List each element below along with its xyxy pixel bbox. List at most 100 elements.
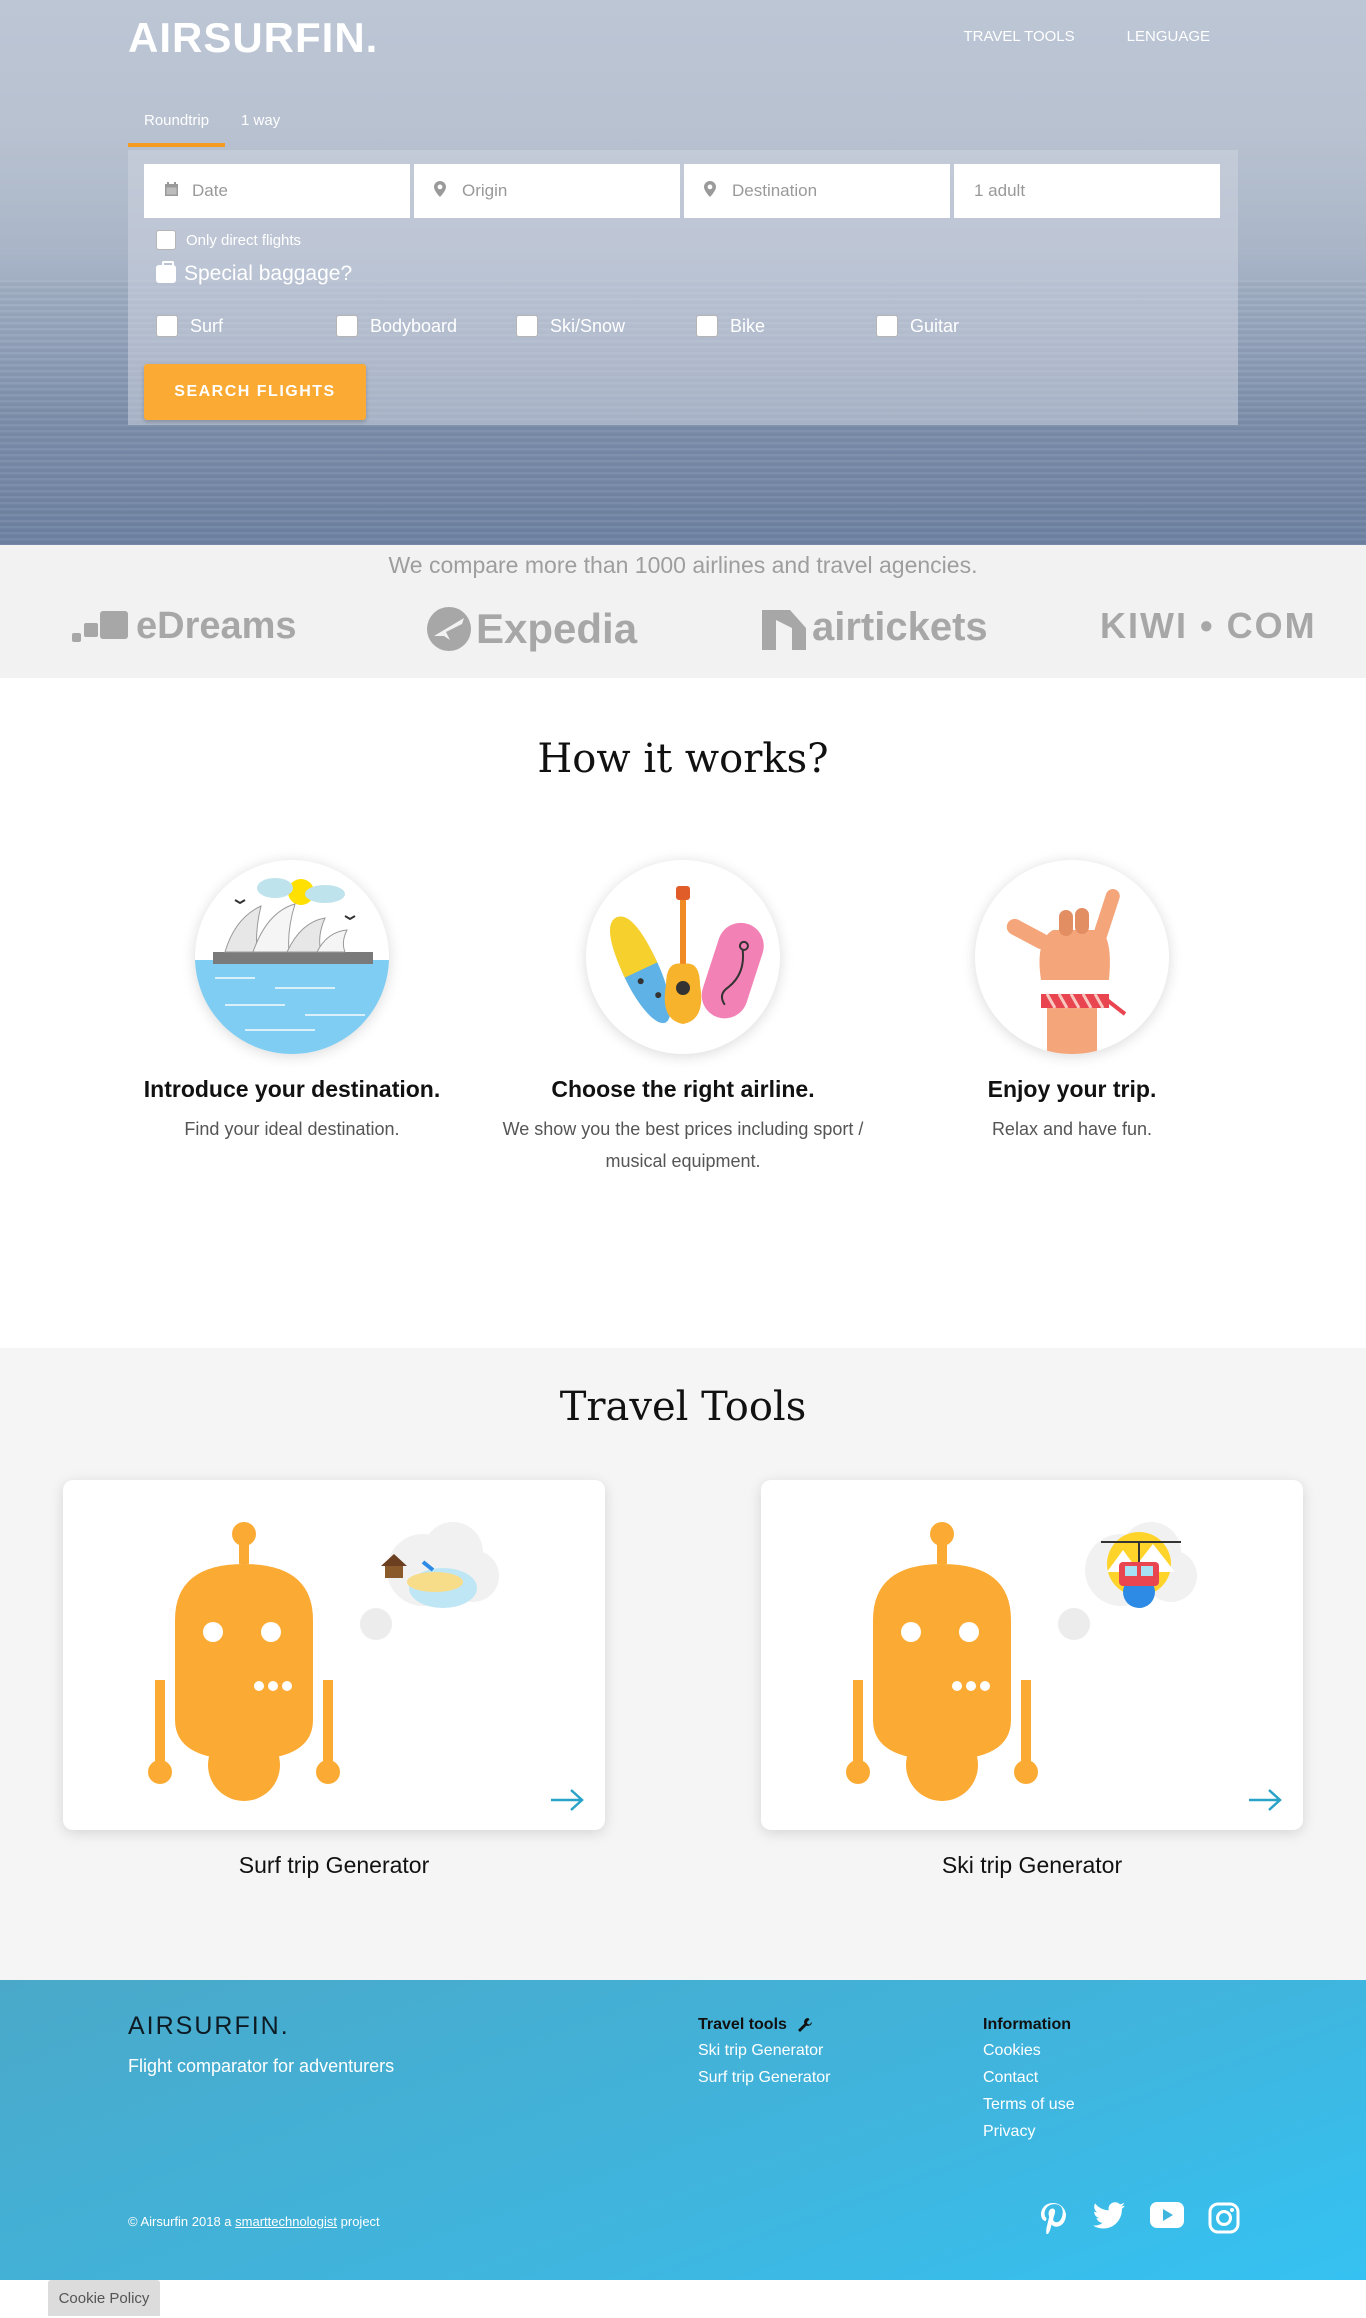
- footer-link-cookies[interactable]: Cookies: [983, 2042, 1075, 2060]
- kiwi-text: KIWI • COM: [1100, 605, 1317, 646]
- robot-ski-illustration: [846, 1522, 1197, 1801]
- footer: AIRSURFIN. Flight comparator for adventu…: [0, 1980, 1366, 2280]
- top-nav: TRAVEL TOOLS LENGUAGE: [963, 28, 1210, 45]
- special-baggage-label: Special baggage?: [184, 262, 353, 285]
- equipment-options: Surf Bodyboard Ski/Snow Bike Guitar: [156, 315, 1056, 337]
- bodyboard-checkbox[interactable]: [336, 315, 358, 337]
- shaka-hand-illustration: [975, 860, 1169, 1054]
- robot-beach-illustration: [148, 1522, 499, 1801]
- step-airline: Choose the right airline. We show you th…: [493, 860, 873, 1177]
- airtickets-text: airtickets: [812, 605, 988, 649]
- edreams-logo: eDreams: [72, 605, 297, 648]
- equipment-bike: Bike: [696, 315, 876, 337]
- travel-tools-heading: Travel tools: [698, 2016, 787, 2033]
- equipment-label: Ski/Snow: [550, 315, 626, 336]
- equipment-surf: Surf: [156, 315, 336, 337]
- airtickets-logo: airtickets: [762, 605, 988, 650]
- partners-section: We compare more than 1000 airlines and t…: [0, 545, 1366, 678]
- surfboard-guitar-bodyboard-illustration: [586, 860, 780, 1054]
- surf-trip-card[interactable]: [63, 1480, 605, 1830]
- nav-travel-tools[interactable]: TRAVEL TOOLS: [963, 28, 1074, 45]
- pinterest-icon[interactable]: [1038, 2202, 1068, 2234]
- step-title: Enjoy your trip.: [987, 1076, 1157, 1102]
- footer-tagline: Flight comparator for adventurers: [128, 2056, 395, 2076]
- bike-checkbox[interactable]: [696, 315, 718, 337]
- copyright: © Airsurfin 2018 a smarttechnologist pro…: [128, 2214, 380, 2229]
- arrow-right-icon[interactable]: [549, 1788, 585, 1812]
- equipment-bodyboard: Bodyboard: [336, 315, 516, 337]
- arrow-right-icon[interactable]: [1247, 1788, 1283, 1812]
- step-destination: Introduce your destination. Find your id…: [102, 860, 482, 1145]
- origin-field[interactable]: Origin: [414, 164, 680, 218]
- step-title: Choose the right airline.: [551, 1076, 815, 1102]
- equipment-label: Bodyboard: [370, 315, 458, 336]
- copyright-suffix: project: [337, 2214, 380, 2229]
- search-flights-button[interactable]: SEARCH FLIGHTS: [144, 364, 366, 420]
- expedia-text: Expedia: [476, 605, 638, 652]
- cookie-policy-button[interactable]: Cookie Policy: [48, 2280, 160, 2316]
- step-title: Introduce your destination.: [143, 1076, 441, 1102]
- ski-checkbox[interactable]: [516, 315, 538, 337]
- footer-link-ski[interactable]: Ski trip Generator: [698, 2042, 831, 2060]
- trip-type-tabs: Roundtrip 1 way: [128, 102, 296, 147]
- map-marker-icon: [434, 181, 462, 201]
- direct-flights-option: Only direct flights: [156, 230, 301, 250]
- step-text: Find your ideal destination.: [184, 1119, 400, 1139]
- ski-trip-label[interactable]: Ski trip Generator: [761, 1852, 1303, 1879]
- footer-information: Information Cookies Contact Terms of use…: [983, 2016, 1075, 2150]
- footer-col-title: Travel tools: [698, 2016, 831, 2034]
- tab-one-way[interactable]: 1 way: [225, 102, 296, 147]
- how-it-works-section: How it works? Introduce your destination: [0, 678, 1366, 1348]
- calendar-icon: [164, 181, 192, 201]
- edreams-text: eDreams: [136, 605, 297, 647]
- equipment-ski: Ski/Snow: [516, 315, 696, 337]
- destination-field[interactable]: Destination: [684, 164, 950, 218]
- date-placeholder: Date: [192, 181, 228, 200]
- expedia-logo: Expedia: [426, 605, 637, 653]
- footer-link-surf[interactable]: Surf trip Generator: [698, 2069, 831, 2087]
- step-text: Relax and have fun.: [991, 1119, 1153, 1139]
- destination-placeholder: Destination: [732, 181, 818, 200]
- step-text: We show you the best prices including sp…: [502, 1119, 864, 1171]
- passengers-select[interactable]: 1 adult: [954, 164, 1220, 218]
- information-heading: Information: [983, 2016, 1071, 2033]
- copyright-prefix: © Airsurfin 2018 a: [128, 2214, 236, 2229]
- wrench-icon: [797, 2018, 812, 2032]
- surf-checkbox[interactable]: [156, 315, 178, 337]
- partners-heading: We compare more than 1000 airlines and t…: [388, 552, 978, 578]
- instagram-icon[interactable]: [1208, 2202, 1240, 2234]
- footer-travel-tools: Travel tools Ski trip Generator Surf tri…: [698, 2016, 831, 2096]
- suitcase-icon: [156, 261, 176, 283]
- how-it-works-title: How it works?: [537, 736, 829, 782]
- site-logo[interactable]: AIRSURFIN.: [128, 14, 378, 62]
- footer-logo[interactable]: AIRSURFIN.: [128, 2012, 290, 2041]
- footer-link-contact[interactable]: Contact: [983, 2069, 1075, 2087]
- youtube-icon[interactable]: [1150, 2202, 1184, 2228]
- direct-flights-checkbox[interactable]: [156, 230, 176, 250]
- footer-link-privacy[interactable]: Privacy: [983, 2123, 1075, 2141]
- kiwi-logo: KIWI • COM: [1100, 605, 1317, 647]
- smarttechnologist-link[interactable]: smarttechnologist: [235, 2214, 337, 2229]
- map-marker-icon: [704, 181, 732, 201]
- guitar-checkbox[interactable]: [876, 315, 898, 337]
- travel-tools-title: Travel Tools: [559, 1384, 807, 1430]
- step-enjoy: Enjoy your trip. Relax and have fun.: [882, 860, 1262, 1145]
- equipment-label: Bike: [730, 315, 766, 336]
- search-panel: Date Origin Destination 1 adult Only dir…: [128, 150, 1238, 425]
- date-field[interactable]: Date: [144, 164, 410, 218]
- hero-section: AIRSURFIN. TRAVEL TOOLS LENGUAGE Roundtr…: [0, 0, 1366, 545]
- direct-flights-label: Only direct flights: [186, 231, 302, 249]
- nav-language[interactable]: LENGUAGE: [1127, 28, 1210, 45]
- origin-placeholder: Origin: [462, 181, 508, 200]
- surf-trip-label[interactable]: Surf trip Generator: [63, 1852, 605, 1879]
- sydney-opera-illustration: [195, 860, 389, 1054]
- social-links: [1038, 2202, 1240, 2234]
- twitter-icon[interactable]: [1092, 2202, 1126, 2232]
- special-baggage: Special baggage?: [156, 261, 353, 286]
- tab-roundtrip[interactable]: Roundtrip: [128, 102, 226, 147]
- equipment-guitar: Guitar: [876, 315, 1056, 337]
- ski-trip-card[interactable]: [761, 1480, 1303, 1830]
- passengers-value: 1 adult: [974, 181, 1026, 200]
- footer-link-terms[interactable]: Terms of use: [983, 2096, 1075, 2114]
- equipment-label: Surf: [190, 315, 224, 336]
